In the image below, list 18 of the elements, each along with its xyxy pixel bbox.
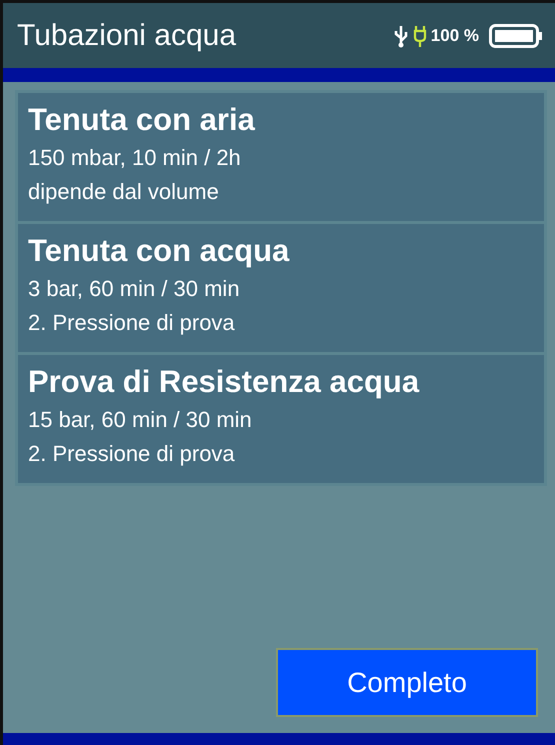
test-title: Prova di Resistenza acqua	[28, 363, 420, 401]
test-detail: 150 mbar, 10 min / 2h	[28, 144, 242, 172]
test-item[interactable]: Tenuta con aria 150 mbar, 10 min / 2h dipende dal volume	[18, 93, 544, 221]
test-detail: 2. Pressione di prova	[28, 440, 236, 468]
screen-title: Tubazioni acqua	[17, 18, 238, 52]
test-detail: 3 bar, 60 min / 30 min	[28, 275, 241, 303]
usb-icon	[392, 24, 409, 48]
test-item[interactable]: Prova di Resistenza acqua 15 bar, 60 min / 30 min 2. Pressione di prova	[18, 355, 544, 483]
complete-button[interactable]: Completo	[276, 648, 538, 717]
plug-icon	[412, 24, 427, 48]
battery-icon	[489, 22, 543, 48]
battery-percentage: 100 %	[430, 26, 479, 46]
test-detail: 2. Pressione di prova	[28, 309, 236, 337]
test-detail: 15 bar, 60 min / 30 min	[28, 406, 253, 434]
test-title: Tenuta con acqua	[28, 232, 290, 270]
test-item[interactable]: Tenuta con acqua 3 bar, 60 min / 30 min 2. Pressione di prova	[18, 224, 544, 352]
test-title: Tenuta con aria	[28, 101, 256, 139]
test-detail: dipende dal volume	[28, 178, 220, 206]
